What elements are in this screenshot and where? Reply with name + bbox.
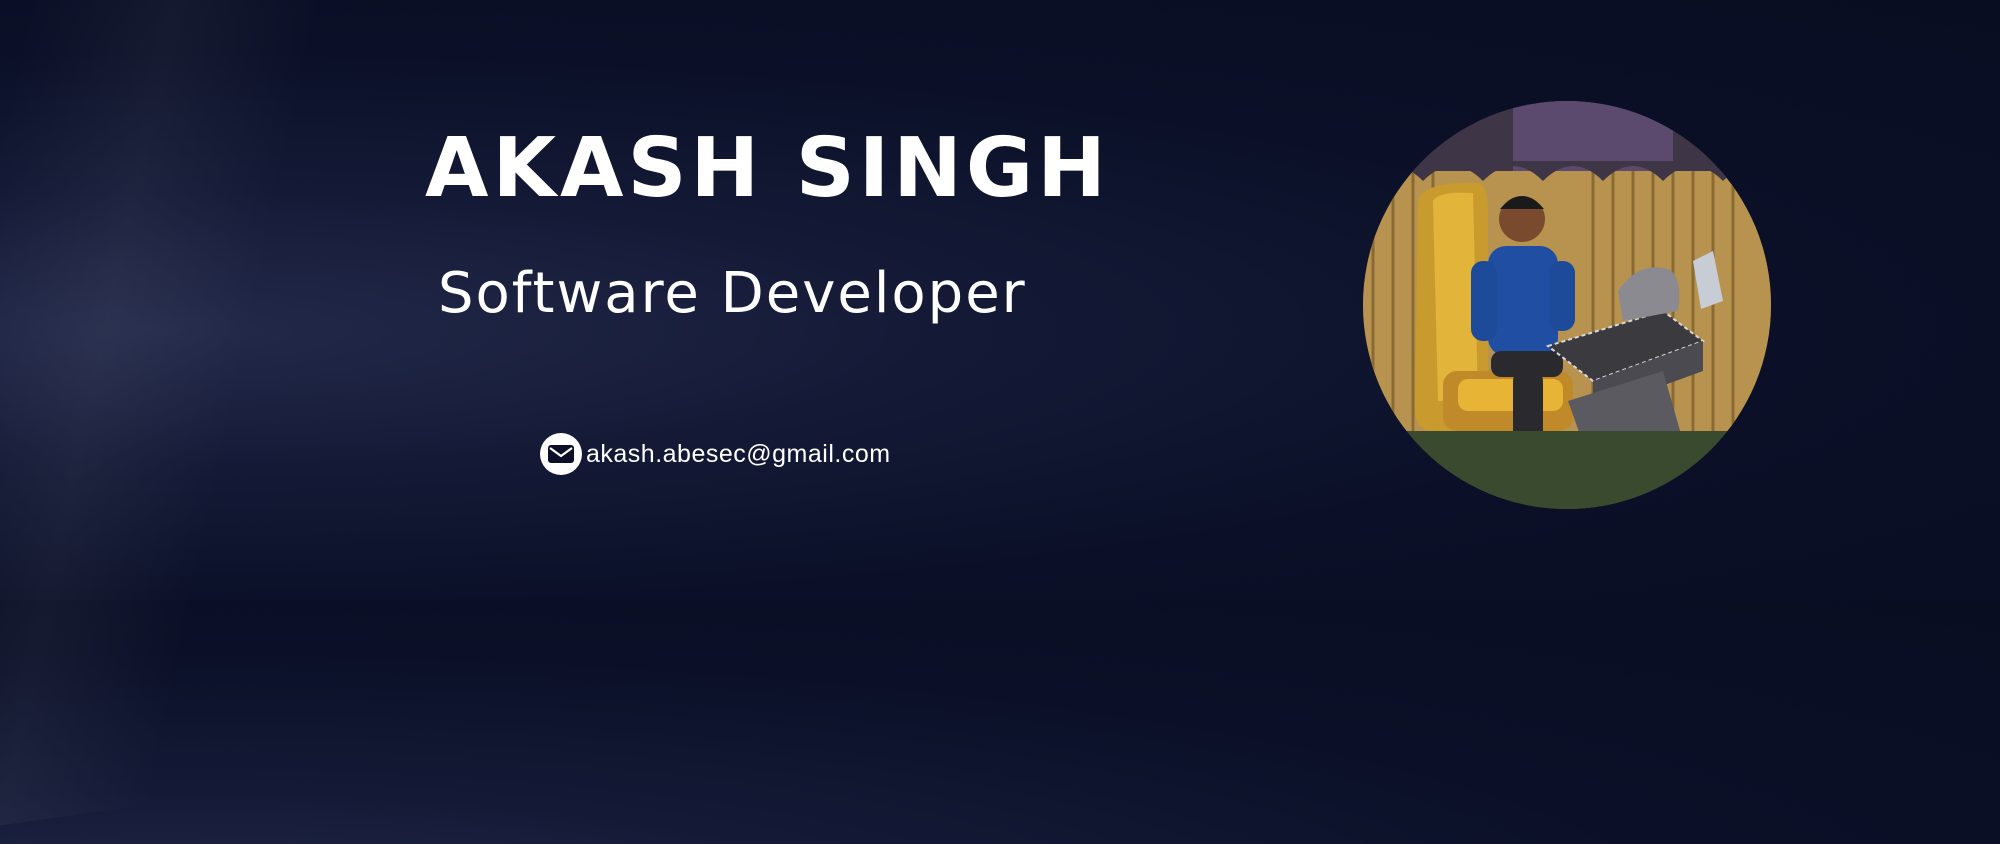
email-contact[interactable]: akash.abesec@gmail.com [540,432,891,476]
envelope-icon [540,433,582,475]
profile-photo [1363,101,1771,509]
profile-title: Software Developer [438,261,1027,326]
email-link[interactable]: akash.abesec@gmail.com [586,440,891,469]
profile-name: AKASH SINGH [425,121,1110,216]
profile-banner: AKASH SINGH Software Developer akash.abe… [0,0,2000,844]
